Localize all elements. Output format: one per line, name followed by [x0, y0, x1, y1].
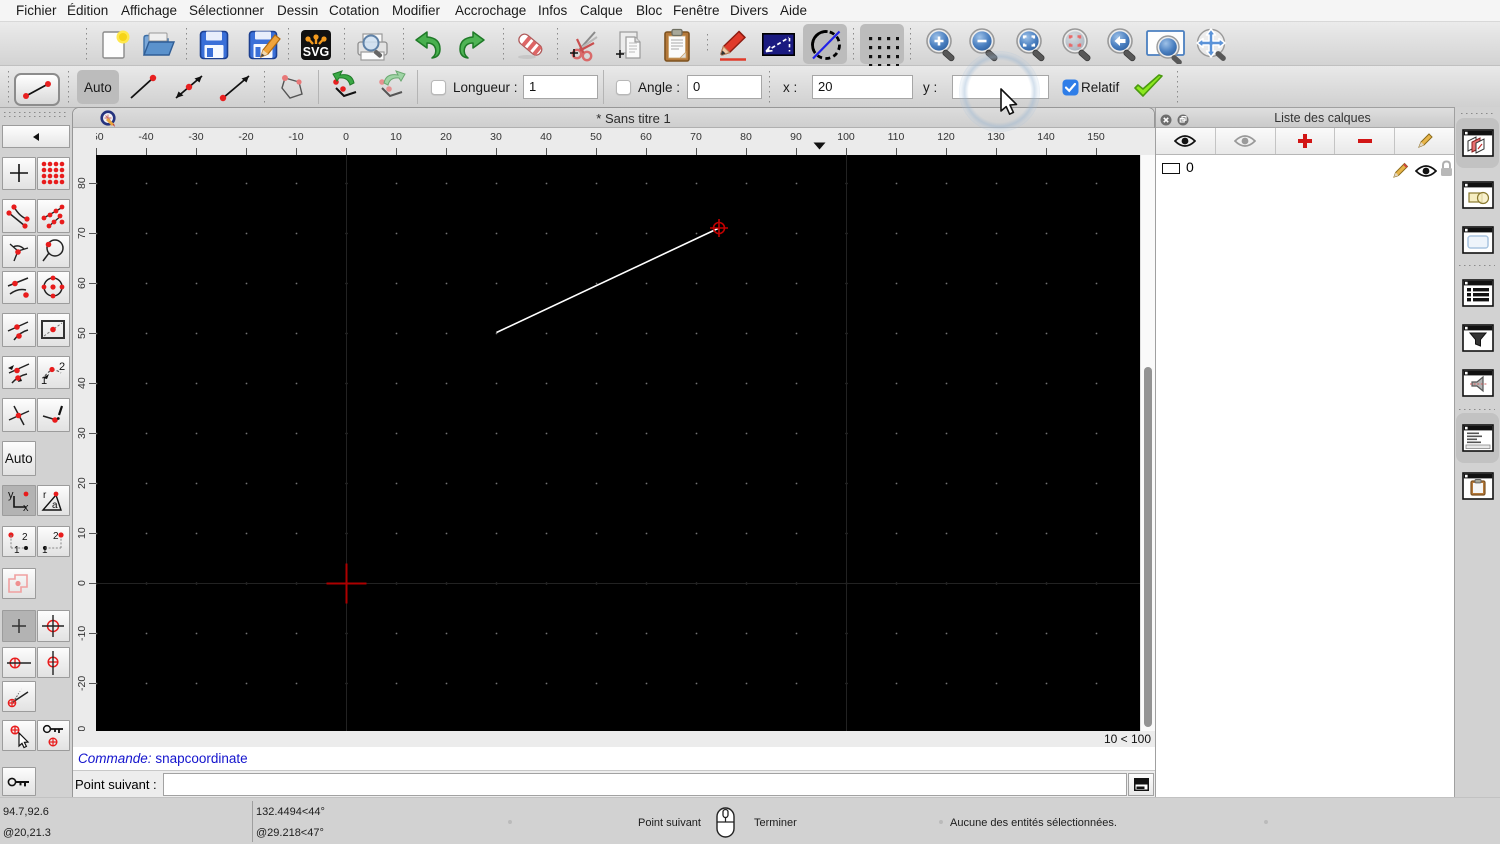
svg-text:a: a [52, 500, 58, 511]
svg-text:SVG: SVG [303, 45, 329, 59]
svg-text:2: 2 [53, 531, 59, 542]
svg-text:y: y [8, 489, 14, 501]
svg-text:2: 2 [22, 532, 28, 543]
svg-text:1: 1 [14, 545, 20, 555]
svg-text:x: x [23, 502, 29, 514]
svg-text:1: 1 [42, 545, 48, 555]
svg-text:2: 2 [59, 361, 65, 373]
svg-text:r: r [43, 490, 47, 501]
